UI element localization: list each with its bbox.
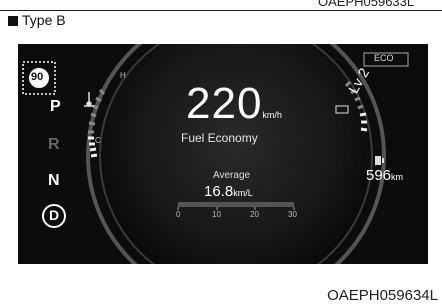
scale-tick-0: 0 (176, 210, 181, 219)
speed-readout: 220km/h (186, 79, 282, 129)
average-value: 16.8 (204, 183, 234, 200)
average-readout: 16.8km/L (204, 183, 253, 201)
average-unit: km/L (233, 188, 253, 198)
speed-limit-value: 90 (31, 71, 44, 83)
top-rule (0, 10, 442, 11)
temp-cold: C (95, 136, 101, 145)
speed-unit: km/h (262, 110, 282, 120)
type-label-text: Type B (22, 12, 66, 28)
top-figure-code: OAEPH059633L (318, 0, 415, 9)
square-bullet-icon (8, 16, 18, 26)
speed-value: 220 (186, 79, 263, 128)
scale-tick-20: 20 (250, 210, 259, 219)
range-value: 596 (366, 167, 392, 184)
type-label: Type B (8, 12, 66, 28)
gear-d: D (49, 207, 60, 223)
gear-p: P (50, 98, 61, 115)
dial-face (99, 44, 373, 264)
gear-n: N (48, 172, 60, 189)
range-readout: 596km (366, 167, 403, 185)
figure-code: OAEPH059634L (327, 287, 438, 304)
economy-bar-track (178, 202, 294, 207)
mode-title: Fuel Economy (181, 131, 258, 145)
instrument-cluster: 90 P R N D ECO H C Lv 2 220km/h Fuel Eco… (18, 44, 428, 264)
thermometer-icon (84, 92, 94, 107)
range-unit: km (391, 172, 404, 182)
scale-tick-30: 30 (288, 210, 297, 219)
gear-r: R (48, 136, 60, 153)
average-label: Average (213, 170, 251, 181)
scale-tick-10: 10 (212, 210, 221, 219)
temp-high: H (120, 71, 126, 80)
drive-mode: ECO (374, 53, 394, 63)
